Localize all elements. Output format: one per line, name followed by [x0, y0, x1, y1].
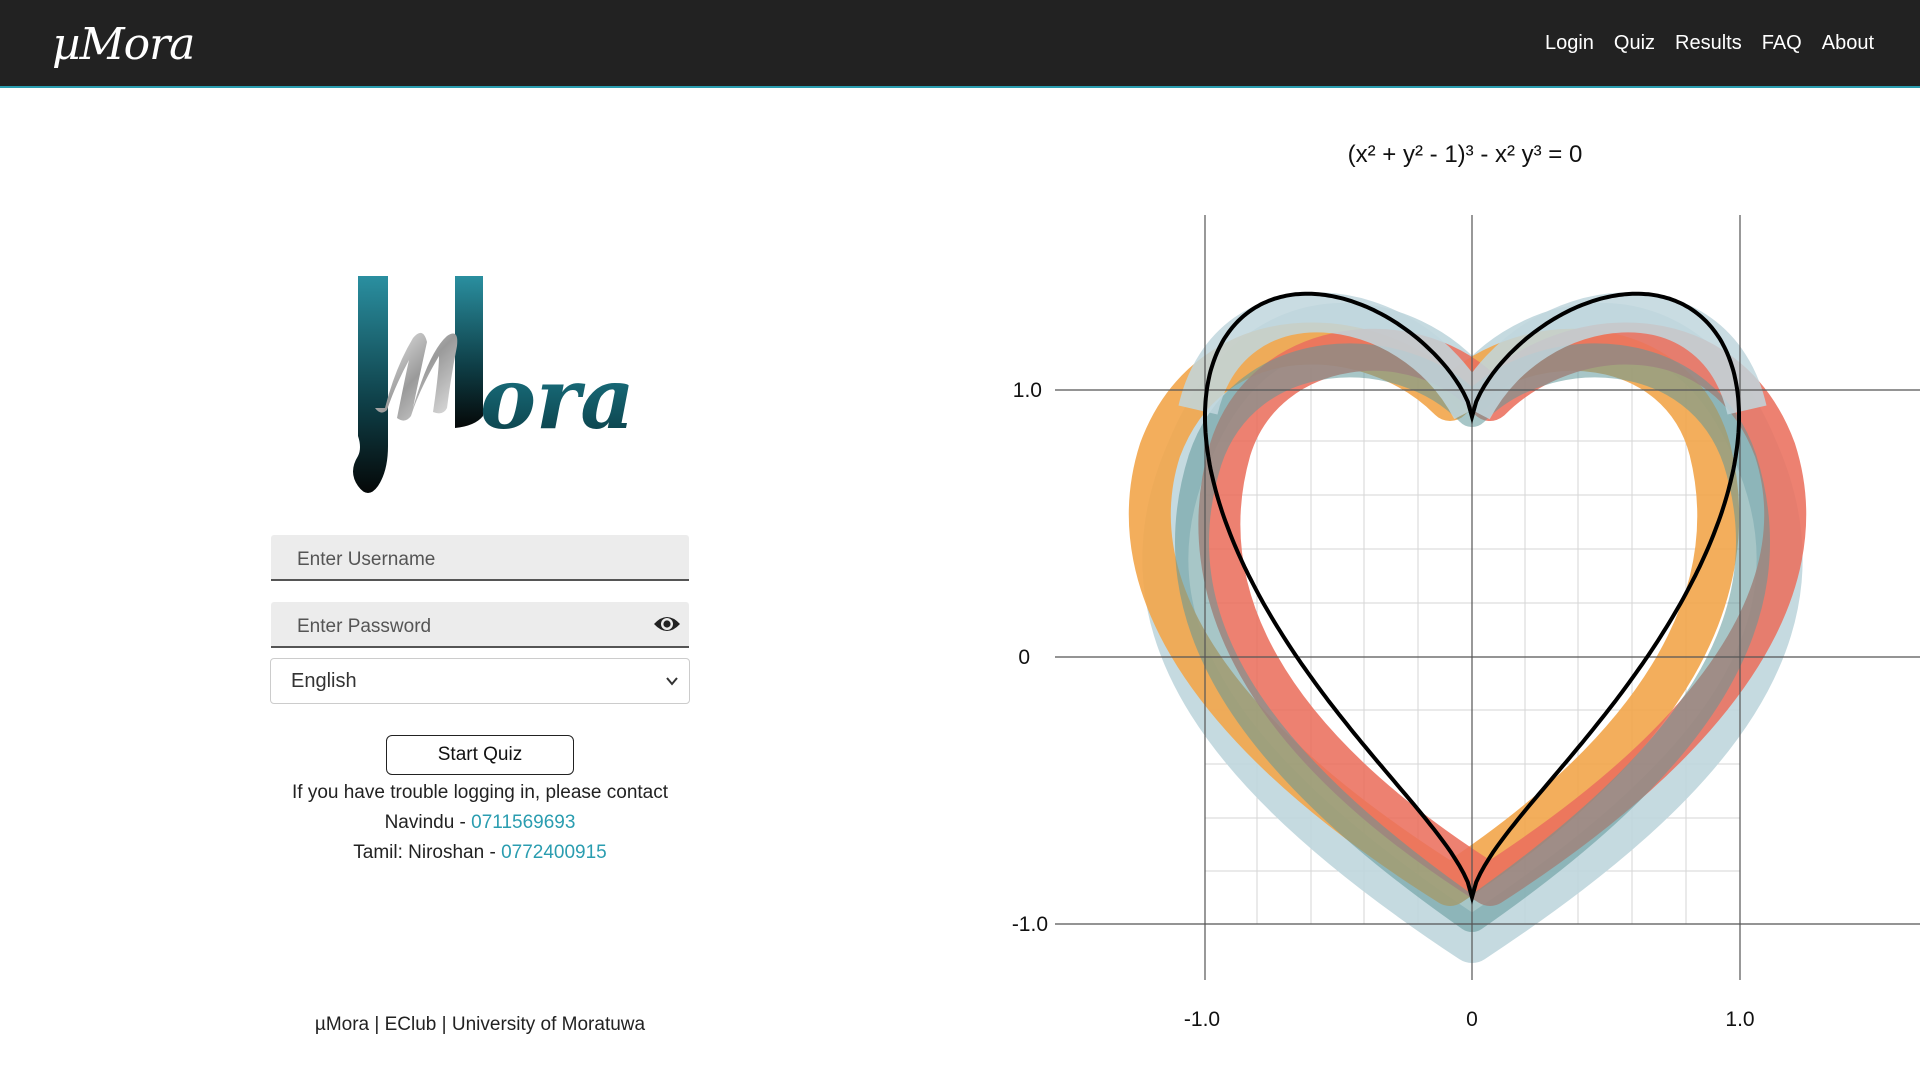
username-field[interactable] — [271, 535, 689, 581]
contact-name: Navindu - — [384, 812, 472, 833]
x-tick-label: -1.0 — [1184, 1008, 1220, 1031]
top-navbar: µMora Login Quiz Results FAQ About — [0, 0, 1920, 88]
contact-niroshan: Tamil: Niroshan - 0772400915 — [230, 838, 730, 868]
y-tick-labels: 1.0 0 -1.0 — [1012, 379, 1048, 936]
username-input[interactable] — [271, 535, 689, 579]
nav-quiz[interactable]: Quiz — [1614, 32, 1655, 55]
eye-icon[interactable] — [653, 612, 681, 636]
svg-text:ora: ora — [480, 349, 635, 448]
password-input[interactable] — [271, 602, 689, 646]
brand-logo[interactable]: µMora — [52, 14, 202, 74]
x-tick-label: 0 — [1466, 1008, 1478, 1031]
help-text: If you have trouble logging in, please c… — [291, 782, 669, 803]
login-help: If you have trouble logging in, please c… — [230, 778, 730, 868]
chart-title: (x² + y² - 1)³ - x² y³ = 0 — [1348, 141, 1583, 168]
contact-navindu: Navindu - 0711569693 — [230, 808, 730, 838]
chevron-down-icon — [666, 677, 678, 686]
language-selected-value: English — [291, 669, 357, 692]
contact-phone-link[interactable]: 0772400915 — [501, 842, 607, 863]
main-nav: Login Quiz Results FAQ About — [1545, 0, 1874, 86]
nav-results[interactable]: Results — [1675, 32, 1742, 55]
y-tick-label: 1.0 — [1013, 379, 1042, 402]
x-tick-label: 1.0 — [1725, 1008, 1754, 1031]
contact-name: Tamil: Niroshan - — [353, 842, 502, 863]
start-quiz-button[interactable]: Start Quiz — [386, 735, 574, 775]
password-field[interactable] — [271, 602, 689, 648]
y-tick-label: -1.0 — [1012, 913, 1048, 936]
heart-curve-chart: (x² + y² - 1)³ - x² y³ = 0 1.0 0 -1.0 -1… — [1012, 141, 1920, 1031]
nav-login[interactable]: Login — [1545, 32, 1594, 55]
nav-about[interactable]: About — [1822, 32, 1874, 55]
contact-phone-link[interactable]: 0711569693 — [471, 812, 575, 833]
language-select[interactable]: English — [270, 658, 690, 704]
umora-logo: ora — [353, 276, 635, 493]
footer: µMora | EClub | University of Moratuwa — [314, 1014, 646, 1035]
x-tick-labels: -1.0 0 1.0 — [1184, 1008, 1755, 1031]
y-tick-label: 0 — [1018, 646, 1030, 669]
nav-faq[interactable]: FAQ — [1762, 32, 1802, 55]
